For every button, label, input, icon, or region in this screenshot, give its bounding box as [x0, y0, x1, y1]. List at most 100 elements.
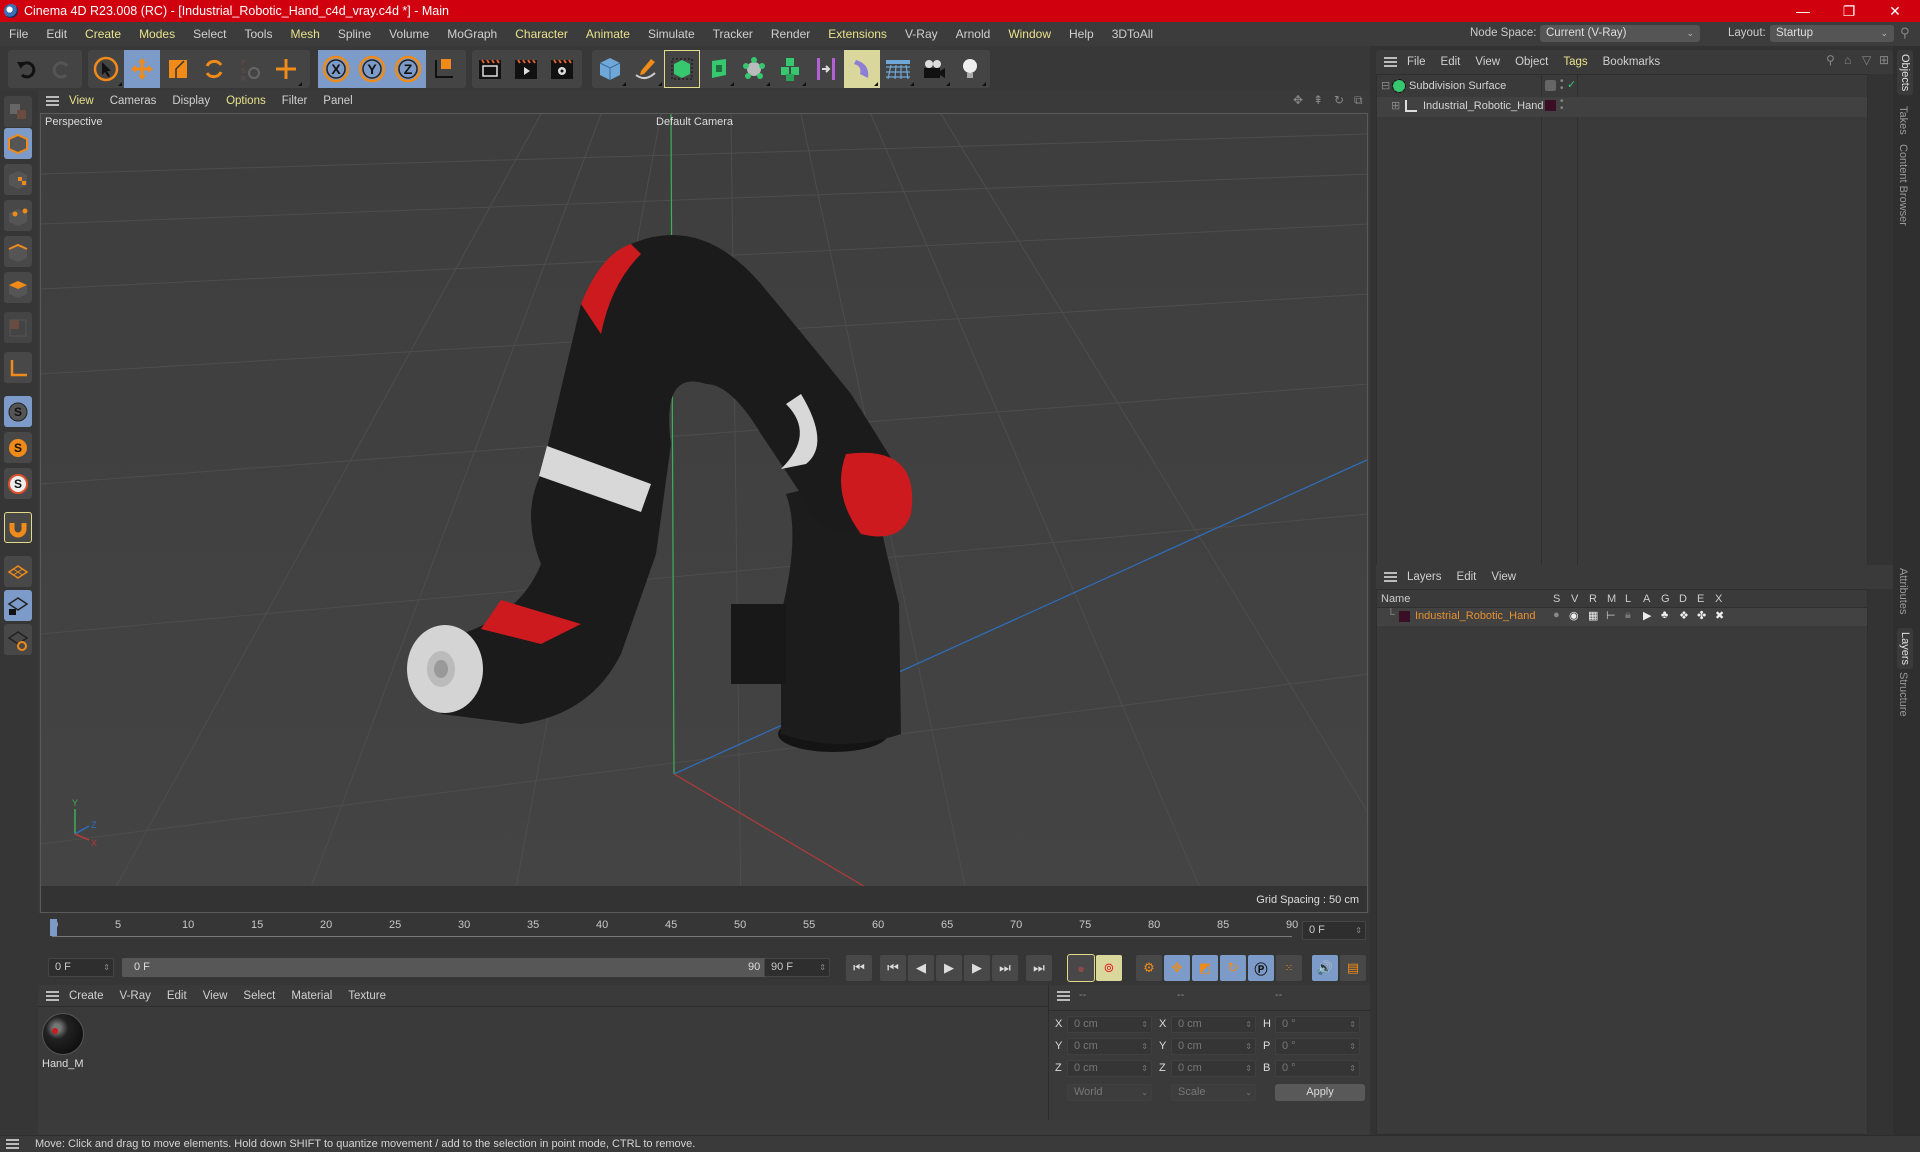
material-menu-edit[interactable]: Edit [167, 990, 187, 1002]
material-menu-material[interactable]: Material [291, 990, 332, 1002]
menu-character[interactable]: Character [515, 27, 568, 41]
menu-file[interactable]: File [9, 27, 28, 41]
menu-animate[interactable]: Animate [586, 27, 630, 41]
menu-spline[interactable]: Spline [338, 27, 371, 41]
transform-mode-dropdown[interactable]: Scale ⌄ [1171, 1084, 1256, 1101]
hamburger-menu-icon[interactable] [1384, 57, 1397, 67]
camera-button[interactable] [916, 50, 952, 88]
deformer-icon[interactable]: ❖ [1679, 609, 1689, 622]
rotate-view-icon[interactable]: ↻ [1334, 93, 1344, 107]
render-view-button[interactable] [472, 50, 508, 88]
layers-menu-edit[interactable]: Edit [1457, 571, 1477, 583]
hamburger-menu-icon[interactable] [46, 990, 59, 1001]
y-axis-lock-button[interactable]: Y [354, 50, 390, 88]
pos-z-field[interactable]: 0 cm ⇕ [1067, 1060, 1152, 1077]
size-y-field[interactable]: 0 cm ⇕ [1171, 1038, 1256, 1055]
record-keys-button[interactable]: ● [1067, 954, 1095, 982]
key-pla-button[interactable]: ⁙ [1276, 955, 1302, 981]
viewport-menu-view[interactable]: View [69, 95, 94, 107]
menu-modes[interactable]: Modes [139, 27, 175, 41]
edges-mode-button[interactable] [4, 236, 32, 267]
column-locked[interactable]: L [1625, 593, 1631, 605]
column-expressions[interactable]: E [1697, 593, 1704, 605]
timeline-ruler[interactable]: 0 5 10 15 20 25 30 35 40 45 50 55 60 65 … [38, 913, 1370, 951]
column-deformers[interactable]: D [1679, 593, 1687, 605]
key-parameter-button[interactable]: Ⓟ [1248, 955, 1274, 981]
x-axis-lock-button[interactable]: X [318, 50, 354, 88]
menu-volume[interactable]: Volume [389, 27, 429, 41]
go-to-end-button[interactable]: ⏭ [1026, 955, 1052, 981]
objects-menu-object[interactable]: Object [1515, 56, 1548, 68]
hamburger-menu-icon[interactable] [6, 1139, 19, 1149]
previous-frame-button[interactable]: ◀ [908, 955, 934, 981]
menu-arnold[interactable]: Arnold [956, 27, 991, 41]
pan-view-icon[interactable]: ✥ [1293, 93, 1303, 107]
material-menu-vray[interactable]: V-Ray [120, 990, 151, 1002]
select-tool-button[interactable] [88, 50, 124, 88]
column-render[interactable]: R [1589, 593, 1597, 605]
spinner-icon[interactable]: ⇕ [819, 959, 826, 976]
playhead[interactable] [50, 919, 57, 936]
rotate-tool-button[interactable] [196, 50, 232, 88]
viewport-menu-panel[interactable]: Panel [323, 95, 352, 107]
sound-button[interactable]: 🔊 [1312, 955, 1338, 981]
column-xrefs[interactable]: X [1715, 593, 1722, 605]
menu-mesh[interactable]: Mesh [290, 27, 319, 41]
mograph-cubes-button[interactable] [772, 50, 808, 88]
redo-button[interactable] [44, 50, 80, 88]
go-to-start-button[interactable]: ⏮ [846, 955, 872, 981]
viewport-camera-label[interactable]: Default Camera [656, 116, 733, 128]
zoom-view-icon[interactable]: ⇞ [1313, 93, 1323, 107]
viewport-menu-options[interactable]: Options [226, 95, 266, 107]
viewport-menu-cameras[interactable]: Cameras [110, 95, 157, 107]
objects-menu-edit[interactable]: Edit [1441, 56, 1461, 68]
menu-tracker[interactable]: Tracker [713, 27, 753, 41]
menu-tools[interactable]: Tools [244, 27, 272, 41]
visibility-dots-icon[interactable]: • • [1560, 97, 1564, 114]
extrude-button[interactable] [700, 50, 736, 88]
3d-viewport[interactable]: Y Z X Perspective Default Camera Grid Sp… [40, 113, 1368, 913]
cube-button[interactable] [592, 50, 628, 88]
viewport-menu-filter[interactable]: Filter [282, 95, 308, 107]
menu-simulate[interactable]: Simulate [648, 27, 695, 41]
expression-icon[interactable]: ✤ [1697, 609, 1706, 622]
column-generators[interactable]: G [1661, 593, 1670, 605]
play-button[interactable]: ▶ [936, 955, 962, 981]
texture-mode-button[interactable] [4, 164, 32, 195]
menu-vray[interactable]: V-Ray [905, 27, 938, 41]
minimize-button[interactable]: — [1780, 0, 1826, 22]
autokey-button[interactable]: ⊚ [1096, 955, 1122, 981]
points-mode-button[interactable] [4, 200, 32, 231]
column-name[interactable]: Name [1381, 593, 1410, 605]
tab-attributes[interactable]: Attributes [1897, 568, 1909, 614]
viewport-menu-display[interactable]: Display [172, 95, 210, 107]
menu-3dtoall[interactable]: 3DToAll [1112, 27, 1153, 41]
layer-color-swatch[interactable] [1545, 100, 1556, 111]
frame-range-slider[interactable]: 0 F 90 F [122, 958, 784, 977]
key-position-button[interactable]: ✥ [1164, 955, 1190, 981]
material-menu-view[interactable]: View [203, 990, 228, 1002]
hamburger-menu-icon[interactable] [46, 96, 59, 106]
menu-render[interactable]: Render [771, 27, 810, 41]
restore-button[interactable]: ❐ [1826, 0, 1872, 22]
column-visible[interactable]: V [1571, 593, 1578, 605]
size-z-field[interactable]: 0 cm ⇕ [1171, 1060, 1256, 1077]
menu-mograph[interactable]: MoGraph [447, 27, 497, 41]
render-picture-viewer-button[interactable] [508, 50, 544, 88]
coordinate-system-button[interactable] [426, 50, 462, 88]
size-x-field[interactable]: 0 cm ⇕ [1171, 1016, 1256, 1033]
model-mode-button[interactable] [4, 128, 32, 159]
pos-y-field[interactable]: 0 cm ⇕ [1067, 1038, 1152, 1055]
cloner-button[interactable] [736, 50, 772, 88]
subdivision-surface-button[interactable] [664, 50, 700, 88]
menu-help[interactable]: Help [1069, 27, 1094, 41]
lock-workplane-button[interactable] [4, 590, 32, 621]
close-button[interactable]: ✕ [1872, 0, 1918, 22]
column-solo[interactable]: S [1553, 593, 1560, 605]
search-icon[interactable]: ⚲ [1826, 53, 1835, 67]
manager-hierarchy-icon[interactable]: ⊢ [1606, 609, 1616, 622]
polygons-mode-button[interactable] [4, 272, 32, 303]
objects-menu-file[interactable]: File [1407, 56, 1426, 68]
enabled-check-icon[interactable]: ✓ [1567, 78, 1576, 91]
tab-layers[interactable]: Layers [1897, 628, 1913, 670]
